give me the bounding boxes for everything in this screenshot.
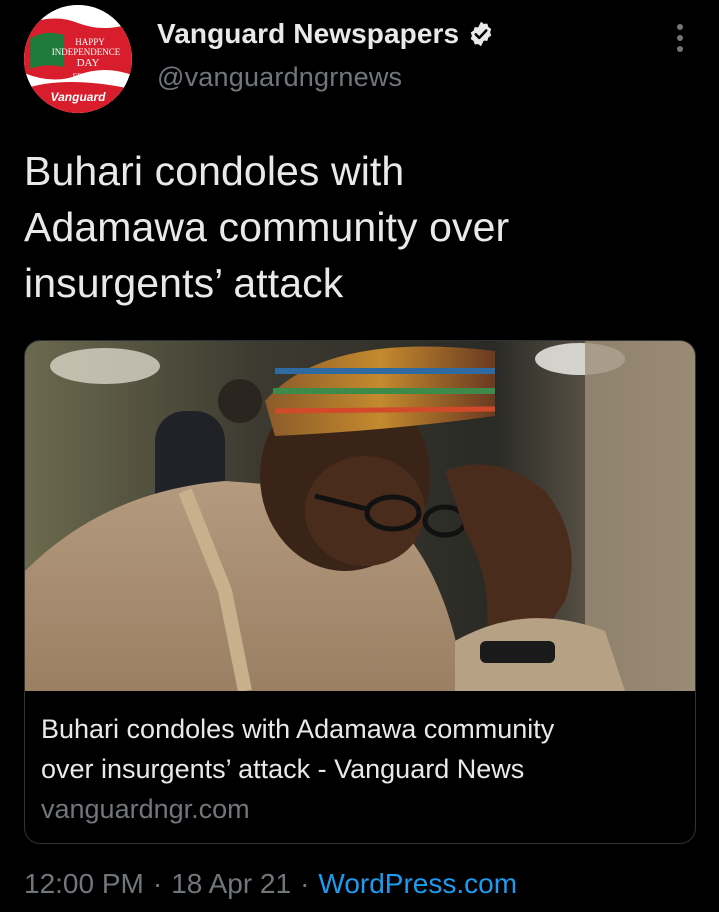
card-title[interactable]: Buhari condoles with Adamawa community o… xyxy=(41,709,681,789)
card-domain: vanguardngr.com xyxy=(41,794,250,824)
news-photo-image xyxy=(25,341,695,691)
tweet-meta: 12:00 PM · 18 Apr 21 · WordPress.com xyxy=(24,868,517,900)
verified-badge-icon xyxy=(467,20,495,48)
tweet-date[interactable]: 18 Apr 21 xyxy=(171,868,291,900)
display-name[interactable]: Vanguard Newspapers xyxy=(157,18,459,50)
avatar[interactable]: HAPPY INDEPENDENCE DAY FROM Vanguard xyxy=(24,5,132,113)
handle[interactable]: @vanguardngrnews xyxy=(157,62,495,93)
avatar-text-from: FROM xyxy=(73,72,96,81)
tweet-time[interactable]: 12:00 PM xyxy=(24,868,144,900)
card-body[interactable]: Buhari condoles with Adamawa community o… xyxy=(41,709,681,829)
avatar-text-brand: Vanguard xyxy=(51,90,107,104)
avatar-text-happy: HAPPY xyxy=(75,37,105,47)
more-dot xyxy=(677,24,683,30)
source-link[interactable]: WordPress.com xyxy=(318,868,517,900)
tweet-text: Buhari condoles with Adamawa community o… xyxy=(24,148,510,306)
card-image[interactable] xyxy=(25,341,695,691)
separator: · xyxy=(152,868,163,899)
more-dot xyxy=(677,46,683,52)
link-card[interactable]: Buhari condoles with Adamawa community o… xyxy=(24,340,696,844)
avatar-text-day: DAY xyxy=(77,57,100,69)
tweet: HAPPY INDEPENDENCE DAY FROM Vanguard Van… xyxy=(0,0,719,912)
avatar-text-independence: INDEPENDENCE xyxy=(52,47,121,57)
more-dot xyxy=(677,35,683,41)
more-options-icon[interactable] xyxy=(669,24,691,52)
avatar-logo-image: HAPPY INDEPENDENCE DAY FROM Vanguard xyxy=(24,5,132,113)
name-row: Vanguard Newspapers xyxy=(157,14,495,54)
author-block: Vanguard Newspapers @vanguardngrnews xyxy=(157,14,495,93)
separator: · xyxy=(300,868,310,899)
